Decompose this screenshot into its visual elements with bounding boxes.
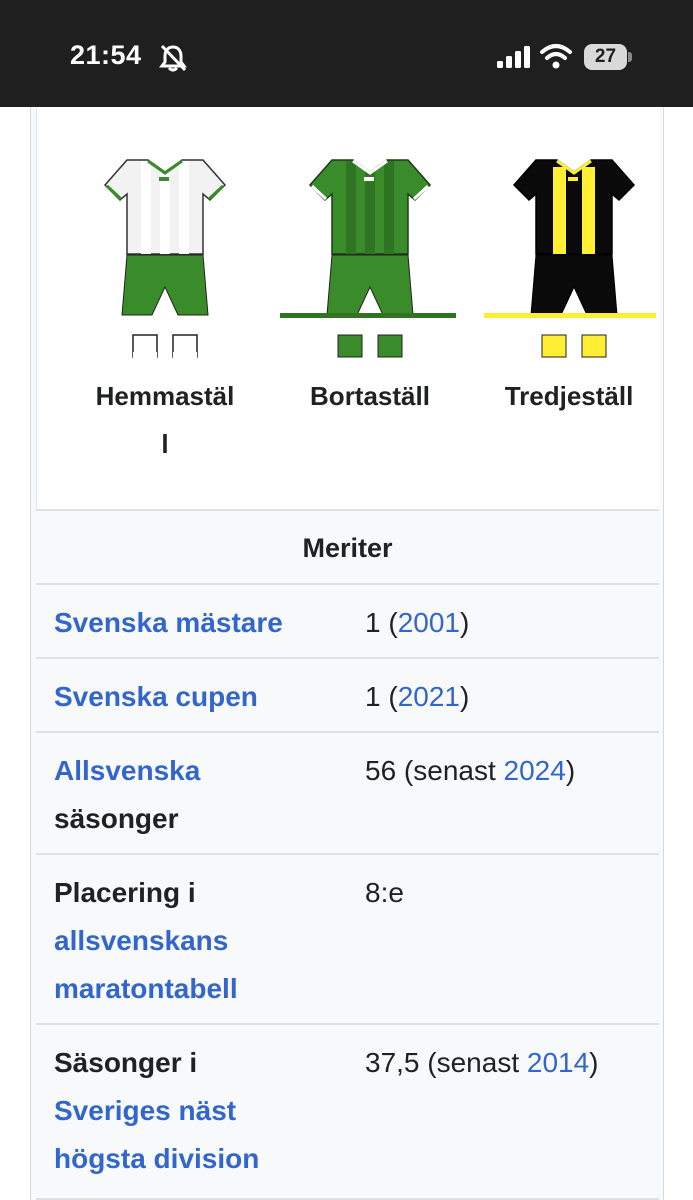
row-label: Allsvenska säsonger (54, 755, 201, 834)
table-row: Allsvenska säsonger 56 (senast 2024) (36, 731, 659, 853)
svenska-mastare-link[interactable]: Svenska mästare (54, 607, 283, 638)
row-value: 37,5 (senast 2014) (365, 1047, 599, 1078)
third-kit-icon (484, 159, 656, 358)
row-value: 1 (2021) (365, 681, 470, 712)
meriter-header: Meriter (36, 509, 659, 583)
cellular-signal-icon (497, 46, 530, 68)
wifi-icon (540, 44, 572, 69)
year-link-2014[interactable]: 2014 (527, 1047, 589, 1078)
battery-icon: 27 (584, 44, 632, 70)
table-row: Svenska mästare 1 (2001) (36, 583, 659, 657)
svenska-cupen-link[interactable]: Svenska cupen (54, 681, 258, 712)
meriter-table: Meriter Svenska mästare 1 (2001) Svenska… (36, 509, 659, 1200)
row-value: 1 (2001) (365, 607, 470, 638)
row-label: Svenska mästare (36, 585, 348, 647)
kits-panel: Hemmastäl l Bortaställ Tredjeställ (36, 107, 659, 509)
away-kit (280, 157, 460, 367)
third-kit (484, 157, 664, 367)
table-row: Säsonger i Sveriges näst högsta division … (36, 1023, 659, 1198)
table-row: Svenska cupen 1 (2021) (36, 657, 659, 731)
year-link-2001[interactable]: 2001 (398, 607, 460, 638)
allsvenska-link[interactable]: Allsvenska (54, 755, 200, 786)
infobox: Hemmastäl l Bortaställ Tredjeställ Merit… (30, 107, 664, 1200)
bell-slash-icon (159, 44, 187, 72)
row-label: Säsonger i Sveriges näst högsta division (54, 1047, 260, 1174)
row-value: 56 (senast 2024) (365, 755, 576, 786)
battery-level: 27 (594, 46, 617, 67)
row-label: Placering i allsvenskans maratontabell (54, 877, 238, 1004)
home-kit-label: Hemmastäl l (95, 381, 235, 459)
row-value: 8:e (365, 877, 404, 908)
row-label: Svenska cupen (36, 659, 348, 721)
home-kit (75, 157, 255, 367)
status-bar: 21:54 27 (0, 0, 693, 107)
year-link-2021[interactable]: 2021 (398, 681, 460, 712)
second-division-link[interactable]: Sveriges näst högsta division (54, 1095, 259, 1174)
year-link-2024[interactable]: 2024 (504, 755, 566, 786)
away-kit-icon (280, 159, 456, 358)
table-row: Placering i allsvenskans maratontabell 8:… (36, 853, 659, 1023)
maratontabell-link[interactable]: allsvenskans maratontabell (54, 925, 238, 1004)
status-time: 21:54 (70, 40, 142, 70)
home-kit-icon (103, 159, 227, 358)
third-kit-label: Tredjeställ (504, 381, 634, 411)
away-kit-label: Bortaställ (310, 381, 430, 411)
